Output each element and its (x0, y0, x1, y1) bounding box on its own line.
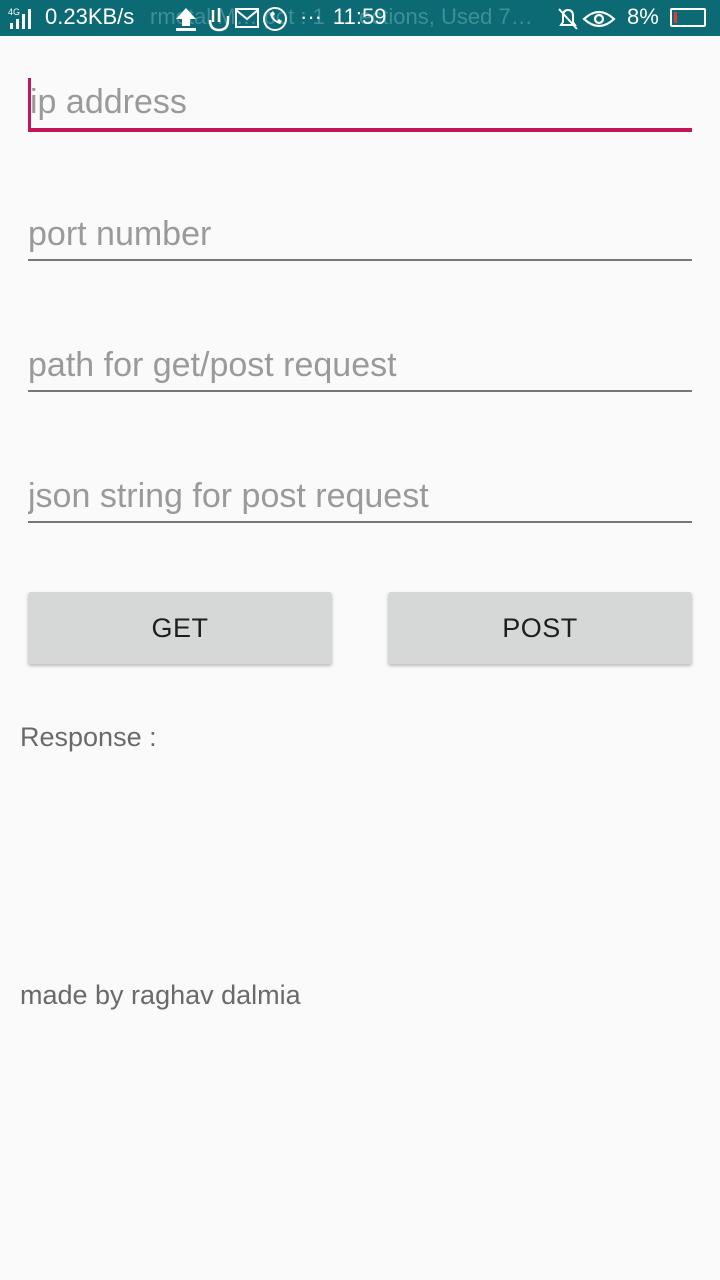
status-bar: 4G 0.23KB/s rmotal M… pot : 1 … ections,… (0, 0, 720, 36)
clock: 11:59 (333, 4, 387, 29)
net-speed: 0.23KB/s (45, 4, 135, 29)
ip-address-field-container (28, 78, 692, 132)
network-type: 4G (8, 7, 20, 17)
phone-icon (263, 7, 287, 31)
port-number-underline (28, 259, 692, 261)
eye-icon (582, 10, 616, 28)
response-label: Response : (20, 722, 157, 752)
port-number-field-container (28, 210, 692, 261)
path-field-container (28, 341, 692, 392)
mail-icon (235, 8, 259, 28)
bell-off-icon (558, 8, 578, 30)
path-input[interactable] (28, 341, 692, 389)
path-underline (28, 390, 692, 392)
ip-address-input[interactable] (28, 78, 692, 126)
get-button[interactable]: GET (28, 592, 332, 664)
upload-icon (176, 8, 196, 31)
json-underline (28, 521, 692, 523)
battery-level (674, 12, 677, 23)
port-number-input[interactable] (28, 210, 692, 258)
signal-icon: 4G (8, 7, 31, 29)
battery-icon (670, 8, 706, 27)
ip-address-underline (28, 128, 692, 132)
battery-percentage: 8% (627, 4, 659, 29)
credit-text: made by raghav dalmia (20, 980, 301, 1010)
json-input[interactable] (28, 472, 692, 520)
more-notifications: ··· (300, 4, 322, 29)
post-button[interactable]: POST (388, 592, 692, 664)
hand-icon (208, 8, 230, 32)
json-field-container (28, 472, 692, 523)
text-cursor (28, 78, 31, 128)
